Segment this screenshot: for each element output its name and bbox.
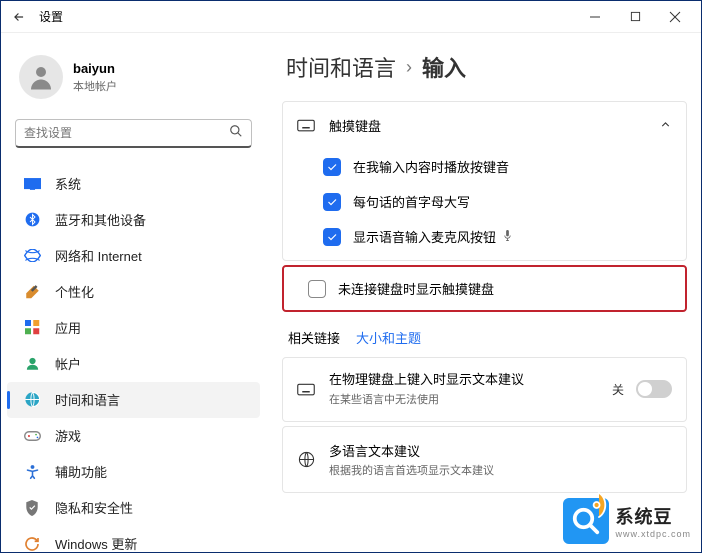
close-icon <box>669 11 681 23</box>
nav-label: 系统 <box>55 174 81 193</box>
nav-gaming[interactable]: 游戏 <box>1 418 266 454</box>
close-button[interactable] <box>655 5 695 29</box>
watermark-domain: www.xtdpc.com <box>615 529 691 539</box>
nav-label: 时间和语言 <box>55 390 120 409</box>
nav-label: 网络和 Internet <box>55 246 142 265</box>
related-label: 相关链接 <box>288 328 340 347</box>
card-multilang-suggestion[interactable]: 多语言文本建议 根据我的语言首选项显示文本建议 <box>282 426 687 493</box>
minimize-button[interactable] <box>575 5 615 29</box>
system-icon <box>23 175 41 193</box>
nav-system[interactable]: 系统 <box>1 166 266 202</box>
watermark-brand: 系统豆 <box>615 503 691 529</box>
language-icon <box>297 450 315 468</box>
card-touch-keyboard: 触摸键盘 在我输入内容时播放按键音 每句话的首字母大写 显示语音输入麦克风按钮 <box>282 101 687 261</box>
keyboard-icon <box>297 117 315 135</box>
network-icon <box>23 247 41 265</box>
breadcrumb-sep: › <box>406 57 412 78</box>
user-subtitle: 本地帐户 <box>73 78 117 94</box>
breadcrumb: 时间和语言 › 输入 <box>282 47 687 101</box>
option-label: 显示语音输入麦克风按钮 <box>353 227 496 246</box>
card-title: 多语言文本建议 <box>329 441 672 460</box>
checkbox-checked[interactable] <box>323 158 341 176</box>
brush-icon <box>23 283 41 301</box>
toggle-off-label: 关 <box>612 381 624 398</box>
option-show-on-no-keyboard[interactable]: 未连接键盘时显示触摸键盘 <box>284 267 685 310</box>
checkbox-checked[interactable] <box>323 193 341 211</box>
option-voice-mic[interactable]: 显示语音输入麦克风按钮 <box>283 219 686 260</box>
option-label: 在我输入内容时播放按键音 <box>353 157 509 176</box>
maximize-icon <box>630 11 641 22</box>
nav-accounts[interactable]: 帐户 <box>1 346 266 382</box>
card-subtitle: 在某些语言中无法使用 <box>329 391 612 407</box>
card-header-touch-keyboard[interactable]: 触摸键盘 <box>283 102 686 149</box>
user-profile[interactable]: baiyun 本地帐户 <box>1 41 266 119</box>
maximize-button[interactable] <box>615 5 655 29</box>
accessibility-icon <box>23 463 41 481</box>
nav-apps[interactable]: 应用 <box>1 310 266 346</box>
sidebar: baiyun 本地帐户 系统 蓝牙和其他设备 网络和 Internet <box>1 33 266 552</box>
title-bar: 设置 <box>1 1 701 33</box>
search-input[interactable] <box>24 126 229 140</box>
arrow-left-icon <box>12 10 26 24</box>
nav-personalization[interactable]: 个性化 <box>1 274 266 310</box>
nav-accessibility[interactable]: 辅助功能 <box>1 454 266 490</box>
nav-windows-update[interactable]: Windows 更新 <box>1 526 266 552</box>
nav-label: Windows 更新 <box>55 534 137 552</box>
toggle-switch[interactable] <box>636 380 672 398</box>
gaming-icon <box>23 427 41 445</box>
breadcrumb-parent[interactable]: 时间和语言 <box>286 51 396 83</box>
back-button[interactable] <box>7 5 31 29</box>
option-play-sound[interactable]: 在我输入内容时播放按键音 <box>283 149 686 184</box>
user-name: baiyun <box>73 61 117 76</box>
card-text-suggestion[interactable]: 在物理键盘上键入时显示文本建议 在某些语言中无法使用 关 <box>282 357 687 422</box>
search-icon <box>229 124 243 141</box>
avatar <box>19 55 63 99</box>
keyboard-icon <box>297 380 315 398</box>
nav-label: 蓝牙和其他设备 <box>55 210 146 229</box>
search-box[interactable] <box>15 119 252 148</box>
time-lang-icon <box>23 391 41 409</box>
checkbox-unchecked[interactable] <box>308 280 326 298</box>
account-icon <box>23 355 41 373</box>
nav-network[interactable]: 网络和 Internet <box>1 238 266 274</box>
watermark-decoration <box>587 490 617 520</box>
nav-label: 帐户 <box>55 354 81 373</box>
nav-label: 游戏 <box>55 426 81 445</box>
nav-label: 个性化 <box>55 282 94 301</box>
apps-icon <box>23 319 41 337</box>
watermark: 系统豆 www.xtdpc.com <box>559 496 695 546</box>
card-title: 在物理键盘上键入时显示文本建议 <box>329 372 612 389</box>
nav-list: 系统 蓝牙和其他设备 网络和 Internet 个性化 应用 帐户 <box>1 160 266 552</box>
option-label: 每句话的首字母大写 <box>353 192 470 211</box>
card-show-touch-keyboard: 未连接键盘时显示触摸键盘 <box>282 265 687 312</box>
option-label: 未连接键盘时显示触摸键盘 <box>338 279 494 298</box>
person-icon <box>26 62 56 92</box>
watermark-logo <box>563 498 609 544</box>
main-content: 时间和语言 › 输入 触摸键盘 在我输入内容时播放按键音 每句话的首字母大 <box>266 33 701 552</box>
privacy-icon <box>23 499 41 517</box>
nav-label: 辅助功能 <box>55 462 107 481</box>
nav-bluetooth[interactable]: 蓝牙和其他设备 <box>1 202 266 238</box>
minimize-icon <box>589 11 601 23</box>
window-title: 设置 <box>39 8 63 25</box>
option-capitalize[interactable]: 每句话的首字母大写 <box>283 184 686 219</box>
nav-label: 隐私和安全性 <box>55 498 133 517</box>
main-container: baiyun 本地帐户 系统 蓝牙和其他设备 网络和 Internet <box>1 33 701 552</box>
card-subtitle: 根据我的语言首选项显示文本建议 <box>329 462 672 478</box>
nav-privacy[interactable]: 隐私和安全性 <box>1 490 266 526</box>
checkbox-checked[interactable] <box>323 228 341 246</box>
chevron-up-icon <box>659 118 672 134</box>
nav-label: 应用 <box>55 318 81 337</box>
breadcrumb-current: 输入 <box>422 51 466 83</box>
bluetooth-icon <box>23 211 41 229</box>
related-link-size-theme[interactable]: 大小和主题 <box>356 328 421 347</box>
update-icon <box>23 535 41 552</box>
nav-time-language[interactable]: 时间和语言 <box>7 382 260 418</box>
related-links: 相关链接 大小和主题 <box>282 316 687 357</box>
microphone-icon <box>502 229 513 245</box>
card-title: 触摸键盘 <box>329 116 659 135</box>
